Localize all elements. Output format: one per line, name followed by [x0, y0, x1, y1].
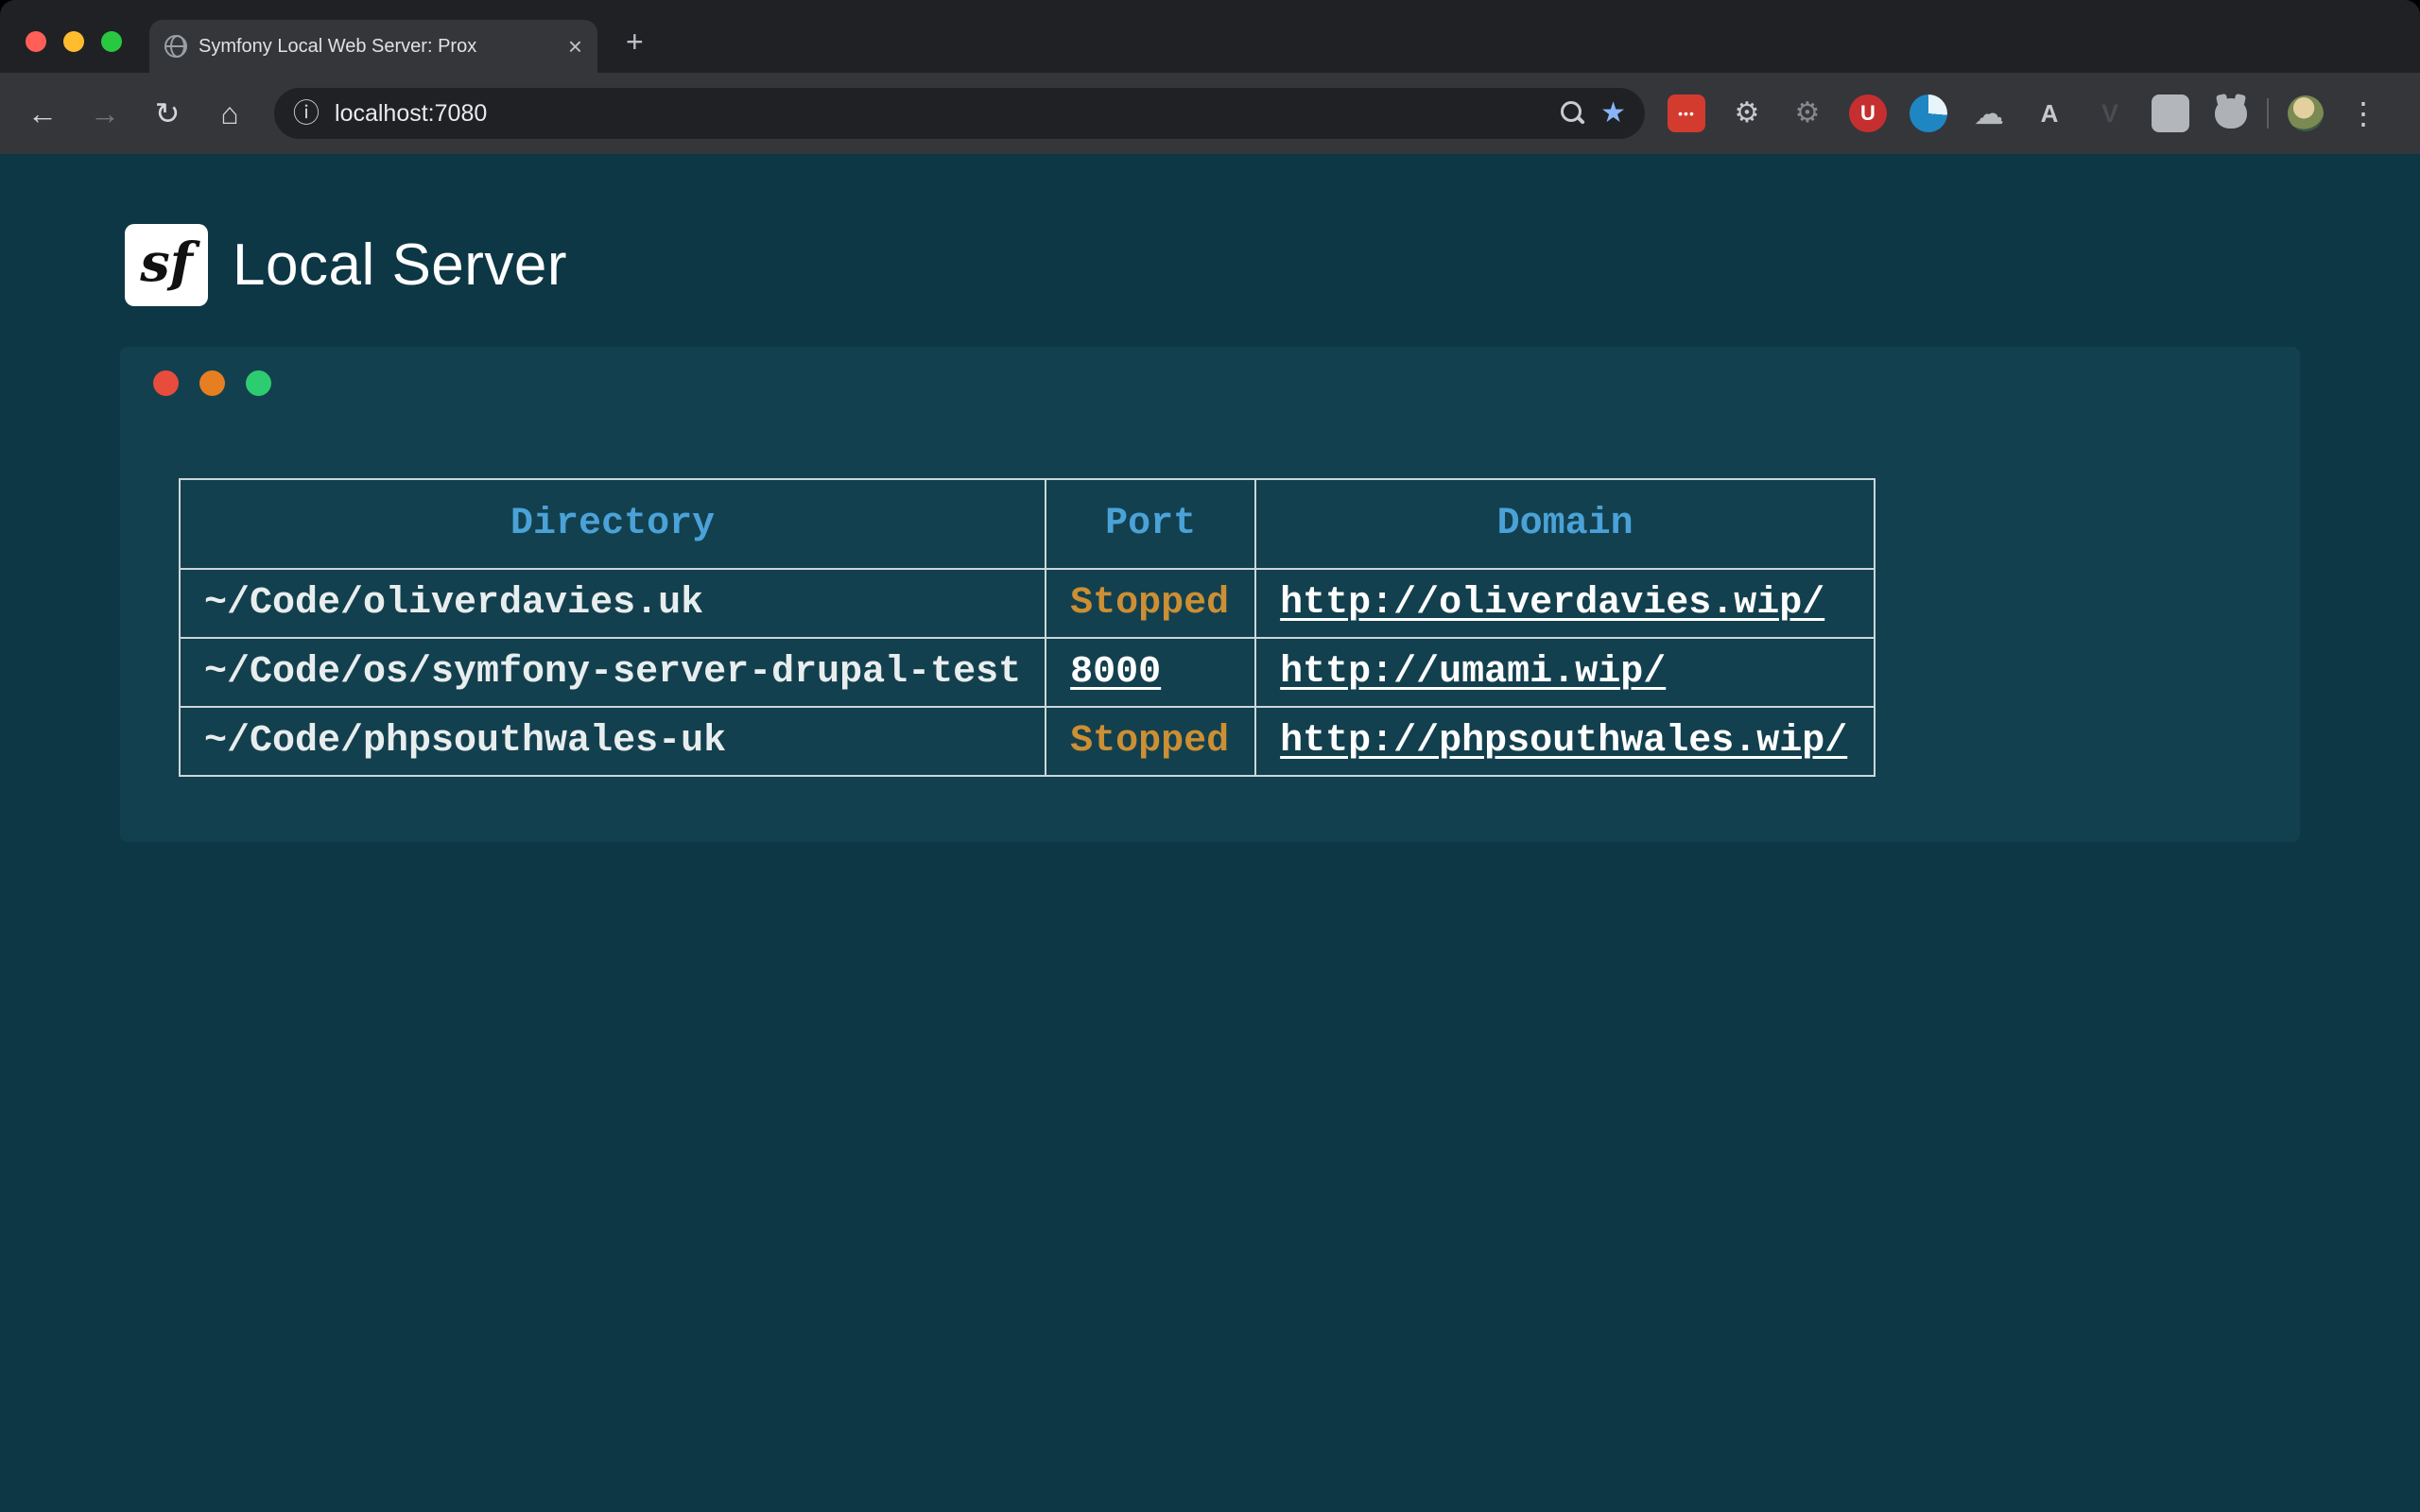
- address-bar[interactable]: ⓘ ★: [274, 88, 1645, 139]
- gear-dark-icon[interactable]: ⚙: [1789, 94, 1826, 132]
- url-input[interactable]: [333, 99, 1546, 129]
- profile-avatar[interactable]: [2288, 95, 2324, 131]
- brand-header: sf Local Server: [0, 154, 2420, 306]
- table-row: ~/Code/os/symfony-server-drupal-test 800…: [180, 638, 1875, 707]
- table-row: ~/Code/oliverdavies.uk Stopped http://ol…: [180, 569, 1875, 638]
- github-icon[interactable]: [2212, 94, 2250, 132]
- directory-cell: ~/Code/phpsouthwales-uk: [180, 707, 1046, 776]
- tab-close-icon[interactable]: ×: [568, 34, 582, 59]
- tab-title: Symfony Local Web Server: Prox: [199, 36, 557, 58]
- back-button[interactable]: ←: [13, 84, 72, 143]
- ublock-icon[interactable]: U: [1849, 94, 1887, 132]
- column-header-port: Port: [1046, 479, 1255, 569]
- tab-strip: Symfony Local Web Server: Prox × +: [0, 0, 2420, 73]
- domain-link[interactable]: http://oliverdavies.wip/: [1280, 582, 1824, 625]
- table-row: ~/Code/phpsouthwales-uk Stopped http://p…: [180, 707, 1875, 776]
- cloud-icon[interactable]: ☁: [1970, 94, 2008, 132]
- reload-button[interactable]: ↻: [138, 84, 197, 143]
- symfony-logo: sf: [125, 224, 208, 306]
- site-info-icon[interactable]: ⓘ: [293, 100, 320, 127]
- domain-link[interactable]: http://umami.wip/: [1280, 651, 1666, 694]
- page-content: sf Local Server Directory Port Domain: [0, 154, 2420, 1512]
- browser-toolbar: ← → ↻ ⌂ ⓘ ★ ••• ⚙ ⚙ U ☁ A V ⋮: [0, 73, 2420, 154]
- servers-table-wrap: Directory Port Domain ~/Code/oliverdavie…: [179, 478, 1876, 777]
- page-title: Local Server: [233, 232, 567, 299]
- header-row: Directory Port Domain: [180, 479, 1875, 569]
- directory-cell: ~/Code/oliverdavies.uk: [180, 569, 1046, 638]
- terminal-orange-dot-icon: [199, 370, 225, 396]
- red-dots-icon[interactable]: •••: [1668, 94, 1705, 132]
- v-icon[interactable]: V: [2091, 94, 2129, 132]
- port-status: Stopped: [1070, 582, 1229, 625]
- new-tab-button[interactable]: +: [626, 25, 644, 60]
- octocat-icon: [2215, 98, 2247, 129]
- port-status: Stopped: [1070, 720, 1229, 763]
- minimize-window-button[interactable]: [63, 31, 84, 52]
- terminal-red-dot-icon: [153, 370, 179, 396]
- globe-favicon-icon: [164, 35, 187, 58]
- forward-button[interactable]: →: [76, 84, 134, 143]
- port-link[interactable]: 8000: [1070, 651, 1161, 694]
- bookmark-star-icon[interactable]: ★: [1600, 99, 1626, 128]
- browser-window: Symfony Local Web Server: Prox × + ← → ↻…: [0, 0, 2420, 1512]
- column-header-domain: Domain: [1255, 479, 1875, 569]
- dim-square-icon[interactable]: [2152, 94, 2189, 132]
- column-header-directory: Directory: [180, 479, 1046, 569]
- browser-tab[interactable]: Symfony Local Web Server: Prox ×: [149, 20, 597, 73]
- letter-a-icon[interactable]: A: [2031, 94, 2068, 132]
- terminal-green-dot-icon: [246, 370, 271, 396]
- extensions-bar: ••• ⚙ ⚙ U ☁ A V: [1668, 94, 2250, 132]
- zoom-indicator-icon[interactable]: [1559, 99, 1587, 128]
- zoom-window-button[interactable]: [101, 31, 122, 52]
- close-window-button[interactable]: [26, 31, 46, 52]
- terminal-panel: Directory Port Domain ~/Code/oliverdavie…: [120, 347, 2300, 842]
- servers-table: Directory Port Domain ~/Code/oliverdavie…: [179, 478, 1876, 777]
- directory-cell: ~/Code/os/symfony-server-drupal-test: [180, 638, 1046, 707]
- toolbar-separator: [2267, 98, 2269, 129]
- browser-menu-icon[interactable]: ⋮: [2341, 95, 2386, 131]
- gear-light-icon[interactable]: ⚙: [1728, 94, 1766, 132]
- blue-circle-icon[interactable]: [1910, 94, 1947, 132]
- window-controls: [26, 31, 122, 52]
- domain-link[interactable]: http://phpsouthwales.wip/: [1280, 720, 1847, 763]
- terminal-window-dots: [153, 370, 271, 396]
- home-button[interactable]: ⌂: [200, 84, 259, 143]
